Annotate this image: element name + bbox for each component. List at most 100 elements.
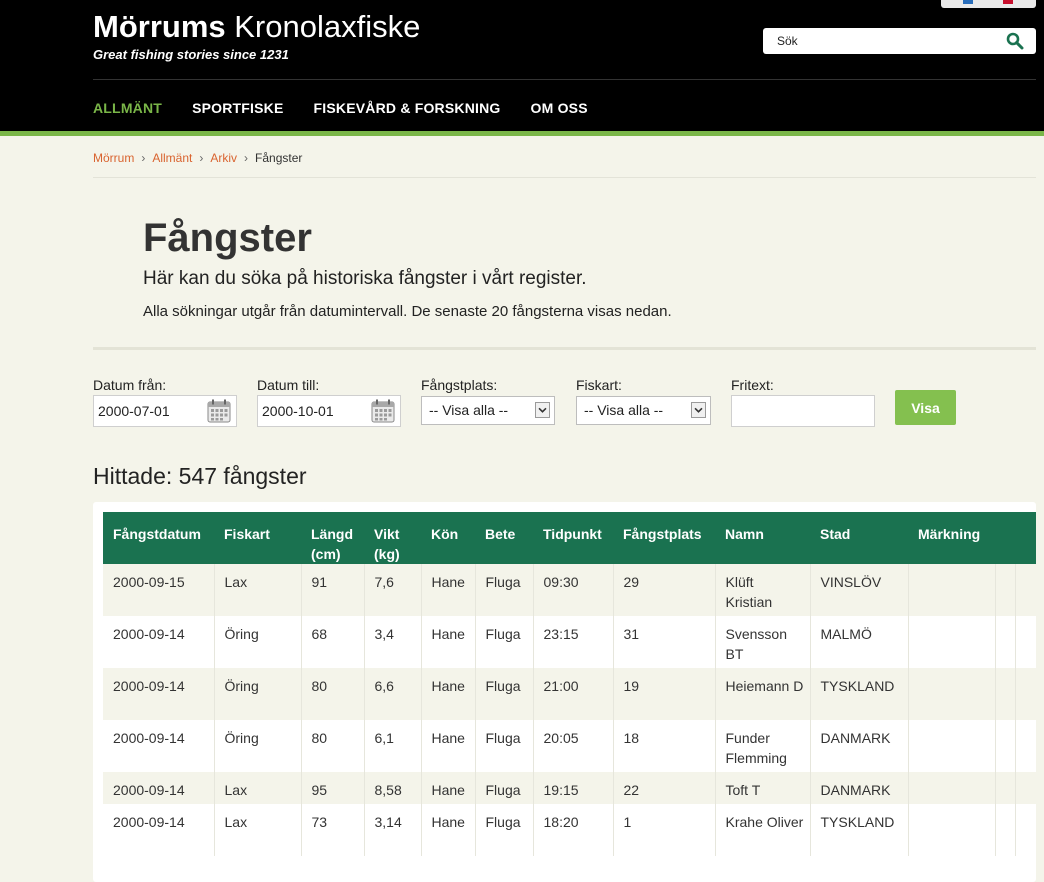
chevron-down-icon[interactable]	[535, 402, 550, 418]
table-body: 2000-09-15 Lax 91 7,6 Hane Fluga 09:30 29 Klüft …	[103, 564, 1036, 856]
table-cell: 22	[613, 772, 716, 804]
result-count-heading: Hittade: 547 fångster	[93, 463, 307, 489]
logo-rest-text: Kronolaxfiske	[225, 9, 421, 44]
site-logo[interactable]: Mörrums Kronolaxfiske	[93, 10, 420, 44]
table-cell: DANMARK	[810, 772, 909, 804]
table-cell	[908, 564, 996, 616]
table-row[interactable]: 2000-09-14 Öring 80 6,1 Hane Fluga 20:05 18 Fund…	[103, 720, 1036, 772]
table-cell	[1015, 720, 1036, 772]
main-navigation: Allmänt Sportfiske Fiskevård & forskning…	[93, 100, 618, 120]
table-cell: Svensson BT	[715, 616, 811, 668]
place-label: Fångstplats:	[421, 377, 498, 393]
page-title: Fångster	[143, 216, 312, 260]
freetext-input[interactable]	[736, 396, 870, 426]
table-cell: 3,14	[364, 804, 422, 856]
table-cell: Lax	[214, 804, 302, 856]
table-cell: Lax	[214, 564, 302, 616]
column-header: Fångstdatum	[103, 512, 214, 564]
table-cell: Hane	[421, 720, 476, 772]
table-cell: 19:15	[533, 772, 614, 804]
table-cell: Fluga	[475, 720, 534, 772]
date-from-field	[93, 395, 237, 427]
table-cell: Öring	[214, 720, 302, 772]
table-cell: Hane	[421, 772, 476, 804]
search-input[interactable]	[777, 29, 997, 53]
table-cell: 29	[613, 564, 716, 616]
table-row[interactable]: 2000-09-14 Öring 80 6,6 Hane Fluga 21:00 19 Heie…	[103, 668, 1036, 720]
table-cell: 31	[613, 616, 716, 668]
table-cell	[995, 804, 1016, 856]
breadcrumb-separator: ›	[141, 151, 146, 165]
table-cell: 95	[301, 772, 365, 804]
table-cell: Öring	[214, 616, 302, 668]
table-cell: 18:20	[533, 804, 614, 856]
header-divider	[93, 79, 1036, 80]
table-cell: 21:00	[533, 668, 614, 720]
table-cell	[908, 772, 996, 804]
table-cell: TYSKLAND	[810, 804, 909, 856]
date-to-field	[257, 395, 401, 427]
table-cell: Lax	[214, 772, 302, 804]
nav-item-sportfiske[interactable]: Sportfiske	[192, 100, 283, 120]
species-label: Fiskart:	[576, 377, 622, 393]
calendar-icon[interactable]	[207, 399, 231, 423]
table-row[interactable]: 2000-09-14 Lax 73 3,14 Hane Fluga 18:20 1 Krahe …	[103, 804, 1036, 856]
table-cell	[908, 720, 996, 772]
nav-item-om-oss[interactable]: Om oss	[531, 100, 588, 120]
table-cell: 2000-09-15	[103, 564, 215, 616]
visa-button[interactable]: Visa	[895, 390, 956, 425]
english-flag-icon[interactable]	[1003, 0, 1013, 4]
column-header: Fångstplats	[613, 512, 715, 564]
column-header	[1015, 512, 1036, 564]
table-cell: 2000-09-14	[103, 772, 215, 804]
breadcrumb-divider	[93, 177, 1036, 178]
table-cell	[908, 616, 996, 668]
nav-item-fiskevard-forskning[interactable]: Fiskevård & forskning	[314, 100, 501, 120]
table-cell: Hane	[421, 668, 476, 720]
table-cell: Hane	[421, 616, 476, 668]
table-cell	[1015, 616, 1036, 668]
swedish-flag-icon[interactable]	[963, 0, 973, 4]
table-cell: 18	[613, 720, 716, 772]
nav-item-allmant[interactable]: Allmänt	[93, 100, 162, 120]
table-cell: 1	[613, 804, 716, 856]
column-header: Bete	[475, 512, 533, 564]
place-select[interactable]: -- Visa alla --	[421, 396, 555, 425]
table-cell: Krahe Oliver	[715, 804, 811, 856]
column-header: Kön	[421, 512, 475, 564]
date-to-label: Datum till:	[257, 377, 320, 393]
date-from-input[interactable]	[98, 396, 198, 426]
species-select[interactable]: -- Visa alla --	[576, 396, 711, 425]
table-cell: 2000-09-14	[103, 668, 215, 720]
breadcrumb-link-morrum[interactable]: Mörrum	[93, 151, 134, 165]
table-cell	[1015, 804, 1036, 856]
chevron-down-icon[interactable]	[691, 402, 706, 418]
table-cell: 6,1	[364, 720, 422, 772]
table-cell: 2000-09-14	[103, 720, 215, 772]
table-cell: 73	[301, 804, 365, 856]
table-cell: 6,6	[364, 668, 422, 720]
column-header: Längd (cm)	[301, 512, 364, 564]
place-select-value: -- Visa alla --	[429, 402, 509, 418]
table-row[interactable]: 2000-09-14 Öring 68 3,4 Hane Fluga 23:15 31 Sven…	[103, 616, 1036, 668]
table-cell: Fluga	[475, 564, 534, 616]
site-header: Mörrums Kronolaxfiske Great fishing stor…	[0, 0, 1044, 131]
table-cell	[995, 772, 1016, 804]
table-row[interactable]: 2000-09-14 Lax 95 8,58 Hane Fluga 19:15 22 Toft …	[103, 772, 1036, 804]
language-switcher[interactable]	[941, 0, 1036, 8]
calendar-icon[interactable]	[371, 399, 395, 423]
freetext-field	[731, 395, 875, 427]
table-cell	[1015, 668, 1036, 720]
date-to-input[interactable]	[262, 396, 362, 426]
breadcrumb-link-allmant[interactable]: Allmänt	[152, 151, 192, 165]
page-lead: Här kan du söka på historiska fångster i…	[143, 268, 587, 289]
table-cell	[995, 616, 1016, 668]
search-icon[interactable]	[1006, 32, 1024, 50]
breadcrumb-link-arkiv[interactable]: Arkiv	[210, 151, 237, 165]
table-cell: MALMÖ	[810, 616, 909, 668]
intro-divider	[93, 347, 1036, 350]
table-cell	[1015, 772, 1036, 804]
table-cell: 68	[301, 616, 365, 668]
table-row[interactable]: 2000-09-15 Lax 91 7,6 Hane Fluga 09:30 29 Klüft …	[103, 564, 1036, 616]
column-header	[995, 512, 1015, 564]
